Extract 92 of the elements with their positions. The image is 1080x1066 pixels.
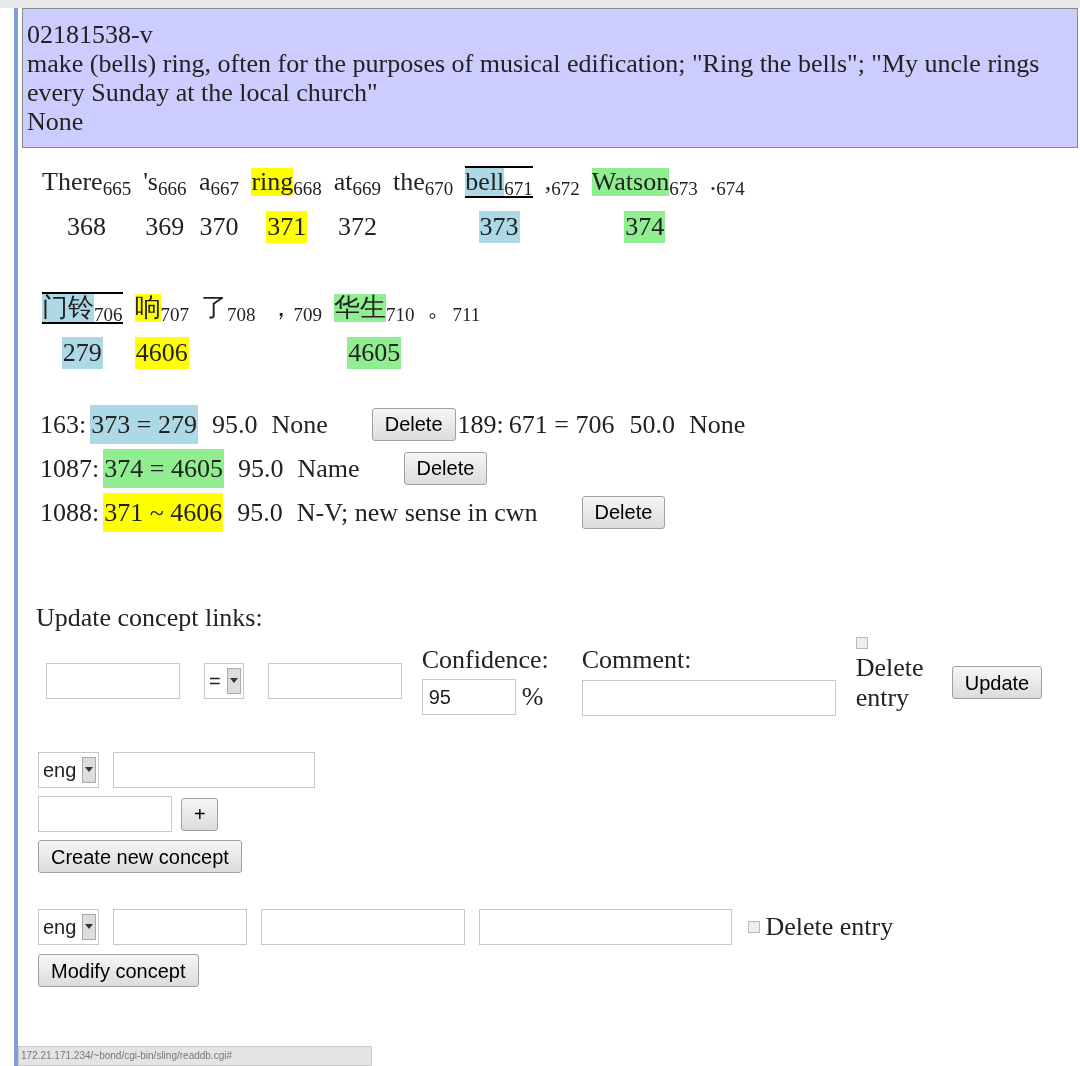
token-word: bell — [465, 168, 505, 196]
token-word: ， — [267, 294, 294, 322]
status-bar: 172.21.171.234/~bond/cgi-bin/sling/readdb.cgi# — [18, 1046, 372, 1066]
token-index: 669 — [352, 179, 382, 199]
token-word: 's — [143, 168, 158, 196]
create-concept-button[interactable]: Create new concept — [38, 840, 242, 873]
input-field[interactable] — [113, 908, 248, 945]
input-field[interactable] — [261, 908, 466, 945]
token-index: 671 — [504, 179, 533, 199]
confidence-value: 50.0 — [629, 408, 675, 441]
field-label: Confidence: — [421, 645, 549, 675]
concept-id: 371 — [266, 211, 308, 243]
token-word: 门铃 — [42, 294, 94, 322]
section-title: Update concept links: — [35, 603, 264, 633]
token-index: 706 — [94, 305, 123, 325]
token-word: 华生 — [334, 294, 386, 322]
input-field[interactable] — [46, 663, 180, 699]
delete-button[interactable]: Delete — [403, 451, 488, 485]
dropdown[interactable]: = — [204, 663, 244, 699]
modify-concept-button[interactable]: Modify concept — [38, 954, 199, 987]
checkbox-label: Delete entry — [765, 911, 894, 943]
caret-icon — [226, 668, 241, 694]
token-word: Watson — [591, 168, 670, 196]
token-word: 了 — [201, 294, 227, 322]
token-index: 665 — [102, 179, 132, 199]
token-word: ring — [251, 168, 294, 196]
token-word: a — [198, 168, 211, 196]
link-pair: 371 ~ 4606 — [103, 492, 224, 532]
concept-id: 370 — [198, 211, 240, 243]
confidence-value: 95.0 — [211, 408, 258, 441]
caret-icon — [82, 913, 97, 940]
concept-id: 279 — [61, 337, 103, 369]
token-index: 709 — [293, 305, 322, 325]
link-pair: 671 = 706 — [507, 408, 616, 441]
concept-id: 4606 — [134, 337, 189, 369]
percent-sign: % — [521, 682, 544, 712]
token-index: 668 — [293, 179, 322, 199]
input-field[interactable] — [479, 908, 733, 945]
token-index: 711 — [452, 305, 481, 325]
note-text: None — [27, 107, 85, 136]
comment-text: N-V; new sense in cwn — [296, 496, 538, 529]
link-id: 1088: — [40, 496, 100, 529]
input-field[interactable] — [113, 752, 316, 788]
comment-text: Name — [297, 452, 360, 485]
token-word: , — [544, 168, 552, 196]
definition-text: make (bells) ring, often for the purposes of musical edification; "Ring the bells"; "My uncle rings every Sunday at the local church" — [27, 49, 1041, 107]
token-index: 674 — [716, 179, 745, 199]
checkbox-label: Delete entry — [855, 653, 925, 713]
concept-id: 4605 — [347, 337, 402, 369]
token-word: . — [709, 168, 717, 196]
confidence-value: 95.0 — [237, 496, 283, 529]
synset-id: 02181538-v — [27, 20, 154, 49]
dropdown[interactable]: eng — [38, 908, 100, 945]
token-index: 710 — [386, 305, 415, 325]
checkbox[interactable] — [748, 920, 761, 933]
token-word: 。 — [426, 294, 453, 322]
link-pair: 374 = 4605 — [103, 448, 224, 488]
token-index: 666 — [157, 179, 187, 199]
link-id: 189: — [457, 408, 504, 441]
confidence-field[interactable]: 95 — [421, 679, 516, 715]
comment-text: None — [271, 408, 328, 441]
delete-button[interactable]: Delete — [581, 495, 666, 529]
link-id: 163: — [40, 408, 87, 441]
dropdown[interactable]: eng — [38, 752, 100, 788]
token-word: at — [333, 168, 353, 196]
caret-icon — [82, 757, 97, 783]
token-index: 667 — [210, 179, 239, 199]
concept-id: 373 — [478, 211, 520, 243]
token-index: 707 — [160, 305, 189, 325]
concept-id: 369 — [144, 211, 186, 243]
concept-id: 374 — [624, 211, 666, 243]
token-index: 708 — [227, 305, 256, 325]
comment-field[interactable] — [581, 680, 836, 716]
delete-button[interactable]: Delete — [371, 407, 456, 441]
token-word: There — [42, 168, 103, 196]
token-index: 672 — [551, 179, 580, 199]
input-field[interactable] — [267, 663, 402, 699]
update-button[interactable]: Update — [951, 666, 1043, 699]
checkbox[interactable] — [855, 637, 868, 649]
field-label: Comment: — [581, 645, 692, 675]
token-index: 673 — [669, 179, 698, 199]
token-index: 670 — [424, 179, 454, 199]
add-button[interactable]: + — [181, 797, 218, 831]
confidence-value: 95.0 — [237, 452, 284, 485]
token-word: the — [393, 168, 425, 196]
token-word: 响 — [134, 294, 161, 322]
concept-id: 372 — [336, 211, 378, 243]
concept-id: 368 — [66, 211, 108, 243]
link-pair: 373 = 279 — [90, 404, 198, 444]
link-id: 1087: — [40, 452, 100, 485]
comment-text: None — [688, 408, 746, 441]
input-field[interactable] — [38, 796, 172, 832]
